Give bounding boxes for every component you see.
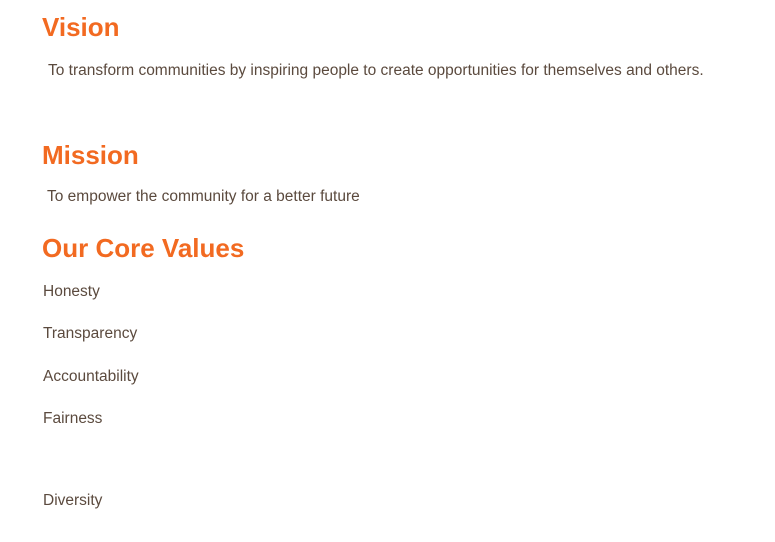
core-values-heading: Our Core Values — [42, 233, 245, 263]
vision-heading: Vision — [42, 12, 120, 42]
mission-heading: Mission — [42, 140, 139, 170]
core-value-item: Transparency — [43, 325, 138, 342]
vision-statement: To transform communities by inspiring pe… — [48, 62, 704, 79]
core-value-item: Honesty — [43, 283, 100, 300]
core-value-item: Accountability — [43, 368, 139, 385]
core-value-item: Diversity — [43, 492, 103, 509]
mission-statement: To empower the community for a better fu… — [47, 188, 360, 205]
core-value-item: Fairness — [43, 410, 103, 427]
